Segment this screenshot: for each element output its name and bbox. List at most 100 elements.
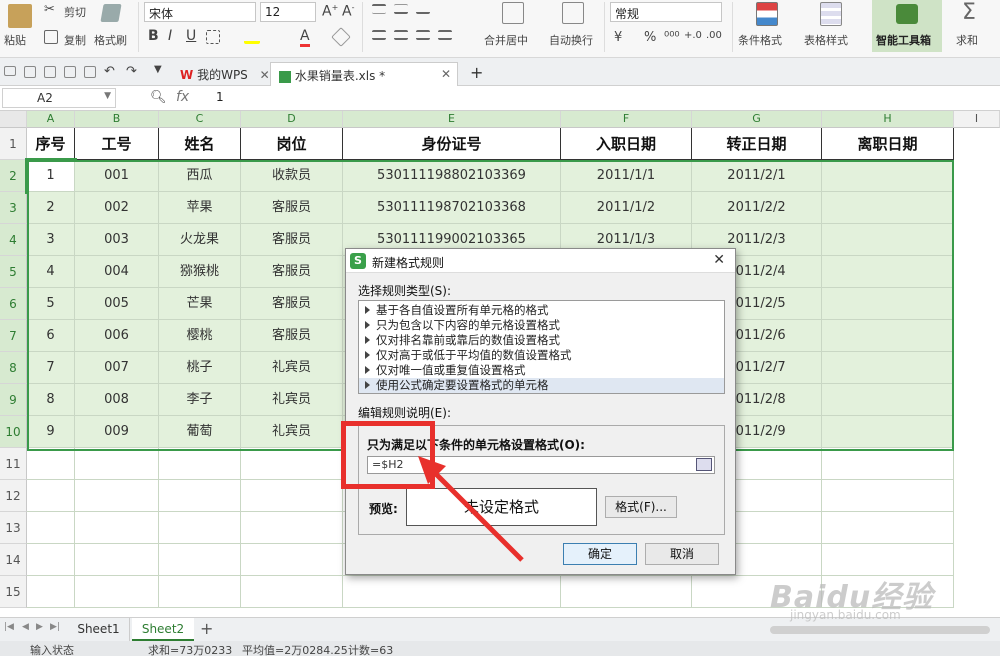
table-cell[interactable]: 李子 [159,384,241,416]
first-sheet-icon[interactable]: |◀ [4,622,14,632]
wrap-text-icon[interactable] [562,2,584,24]
table-cell[interactable]: 002 [75,192,159,224]
next-sheet-icon[interactable]: ▶ [36,622,43,632]
row-header-2[interactable]: 2 [0,160,27,192]
add-sheet-button[interactable]: + [200,618,213,640]
thousands-button[interactable]: ⁰⁰⁰ [664,30,680,45]
table-cell[interactable]: 001 [75,160,159,192]
table-cell[interactable]: 礼宾员 [241,416,343,448]
decrease-decimal-button[interactable]: .00 [706,30,722,41]
empty-cell[interactable] [75,512,159,544]
table-cell[interactable]: 客服员 [241,288,343,320]
font-size-select[interactable]: 12 [260,2,316,22]
sum-icon[interactable]: Σ [962,0,976,25]
table-cell[interactable] [822,288,954,320]
close-icon[interactable]: ✕ [260,68,270,82]
table-header-cell[interactable]: 身份证号 [343,128,561,160]
column-header-f[interactable]: F [561,111,692,128]
empty-cell[interactable] [822,448,954,480]
table-cell[interactable]: 桃子 [159,352,241,384]
table-header-cell[interactable]: 岗位 [241,128,343,160]
currency-button[interactable]: ¥ [614,30,622,45]
table-header-cell[interactable]: 离职日期 [822,128,954,160]
column-header-h[interactable]: H [822,111,954,128]
table-cell[interactable]: 006 [75,320,159,352]
wrap-text-button[interactable]: 自动换行 [549,32,593,48]
empty-cell[interactable] [241,480,343,512]
table-cell[interactable]: 9 [27,416,75,448]
column-header-c[interactable]: C [159,111,241,128]
table-cell[interactable] [822,416,954,448]
table-cell[interactable]: 1 [25,158,77,194]
format-painter-button[interactable]: 格式刷 [94,32,127,48]
formula-input[interactable]: 1 [216,90,224,104]
row-header-10[interactable]: 10 [0,416,27,448]
row-header-6[interactable]: 6 [0,288,27,320]
row-header-9[interactable]: 9 [0,384,27,416]
empty-cell[interactable] [159,448,241,480]
table-cell[interactable]: 礼宾员 [241,352,343,384]
empty-cell[interactable] [822,480,954,512]
rule-type-item[interactable]: 只为包含以下内容的单元格设置格式 [359,318,724,333]
row-header-7[interactable]: 7 [0,320,27,352]
table-cell[interactable]: 009 [75,416,159,448]
column-header-b[interactable]: B [75,111,159,128]
empty-cell[interactable] [159,512,241,544]
font-name-select[interactable]: 宋体 [144,2,256,22]
empty-cell[interactable] [159,480,241,512]
table-cell[interactable]: 007 [75,352,159,384]
table-cell[interactable] [822,384,954,416]
name-box[interactable]: A2 ▼ [2,88,116,108]
prev-sheet-icon[interactable]: ◀ [22,622,29,632]
justify-icon[interactable] [438,30,452,40]
table-cell[interactable]: 收款员 [241,160,343,192]
increase-decimal-button[interactable]: +.0 [684,30,702,41]
font-color-button[interactable]: A [300,28,310,47]
grow-font-button[interactable]: A+ [322,3,338,20]
function-icon[interactable]: fx [176,89,189,105]
row-header-15[interactable]: 15 [0,576,27,608]
dialog-title-bar[interactable]: S 新建格式规则 ✕ [346,249,735,273]
sheet-tab-sheet1[interactable]: Sheet1 [68,618,130,641]
shrink-font-button[interactable]: A- [342,3,354,20]
fill-color-icon[interactable] [244,30,260,44]
chevron-down-icon[interactable]: ▼ [104,91,111,101]
border-icon[interactable] [206,30,220,44]
range-picker-icon[interactable] [696,458,712,471]
table-cell[interactable]: 530111198802103369 [343,160,561,192]
clear-format-icon[interactable] [331,27,351,47]
align-center-icon[interactable] [394,30,408,40]
table-cell[interactable] [822,320,954,352]
empty-cell[interactable] [75,544,159,576]
row-header-1[interactable]: 1 [0,128,27,160]
row-header-13[interactable]: 13 [0,512,27,544]
table-cell[interactable]: 2011/2/2 [692,192,822,224]
rule-type-list[interactable]: 基于各自值设置所有单元格的格式 只为包含以下内容的单元格设置格式 仅对排名靠前或靠后… [358,300,725,394]
number-format-select[interactable]: 常规 [610,2,722,22]
empty-cell[interactable] [241,544,343,576]
align-bottom-icon[interactable] [416,4,430,14]
close-icon[interactable]: ✕ [441,67,451,81]
formula-input[interactable]: =$H2 [367,456,715,474]
row-header-14[interactable]: 14 [0,544,27,576]
empty-cell[interactable] [75,448,159,480]
conditional-format-icon[interactable] [756,2,778,26]
rule-type-item[interactable]: 基于各自值设置所有单元格的格式 [359,303,724,318]
row-header-4[interactable]: 4 [0,224,27,256]
sum-button[interactable]: 求和 [956,32,978,48]
paste-icon[interactable] [8,4,32,28]
empty-cell[interactable] [27,544,75,576]
column-header-e[interactable]: E [343,111,561,128]
table-cell[interactable]: 3 [27,224,75,256]
row-header-11[interactable]: 11 [0,448,27,480]
percent-button[interactable]: % [644,30,656,45]
table-cell[interactable]: 苹果 [159,192,241,224]
table-cell[interactable]: 2011/1/1 [561,160,692,192]
table-cell[interactable] [822,256,954,288]
merge-center-button[interactable]: 合并居中 [484,32,528,48]
rule-type-item[interactable]: 仅对排名靠前或靠后的数值设置格式 [359,333,724,348]
bold-button[interactable]: B [148,28,159,44]
empty-cell[interactable] [343,576,561,608]
sheet-tab-sheet2[interactable]: Sheet2 [132,618,194,641]
empty-cell[interactable] [241,512,343,544]
